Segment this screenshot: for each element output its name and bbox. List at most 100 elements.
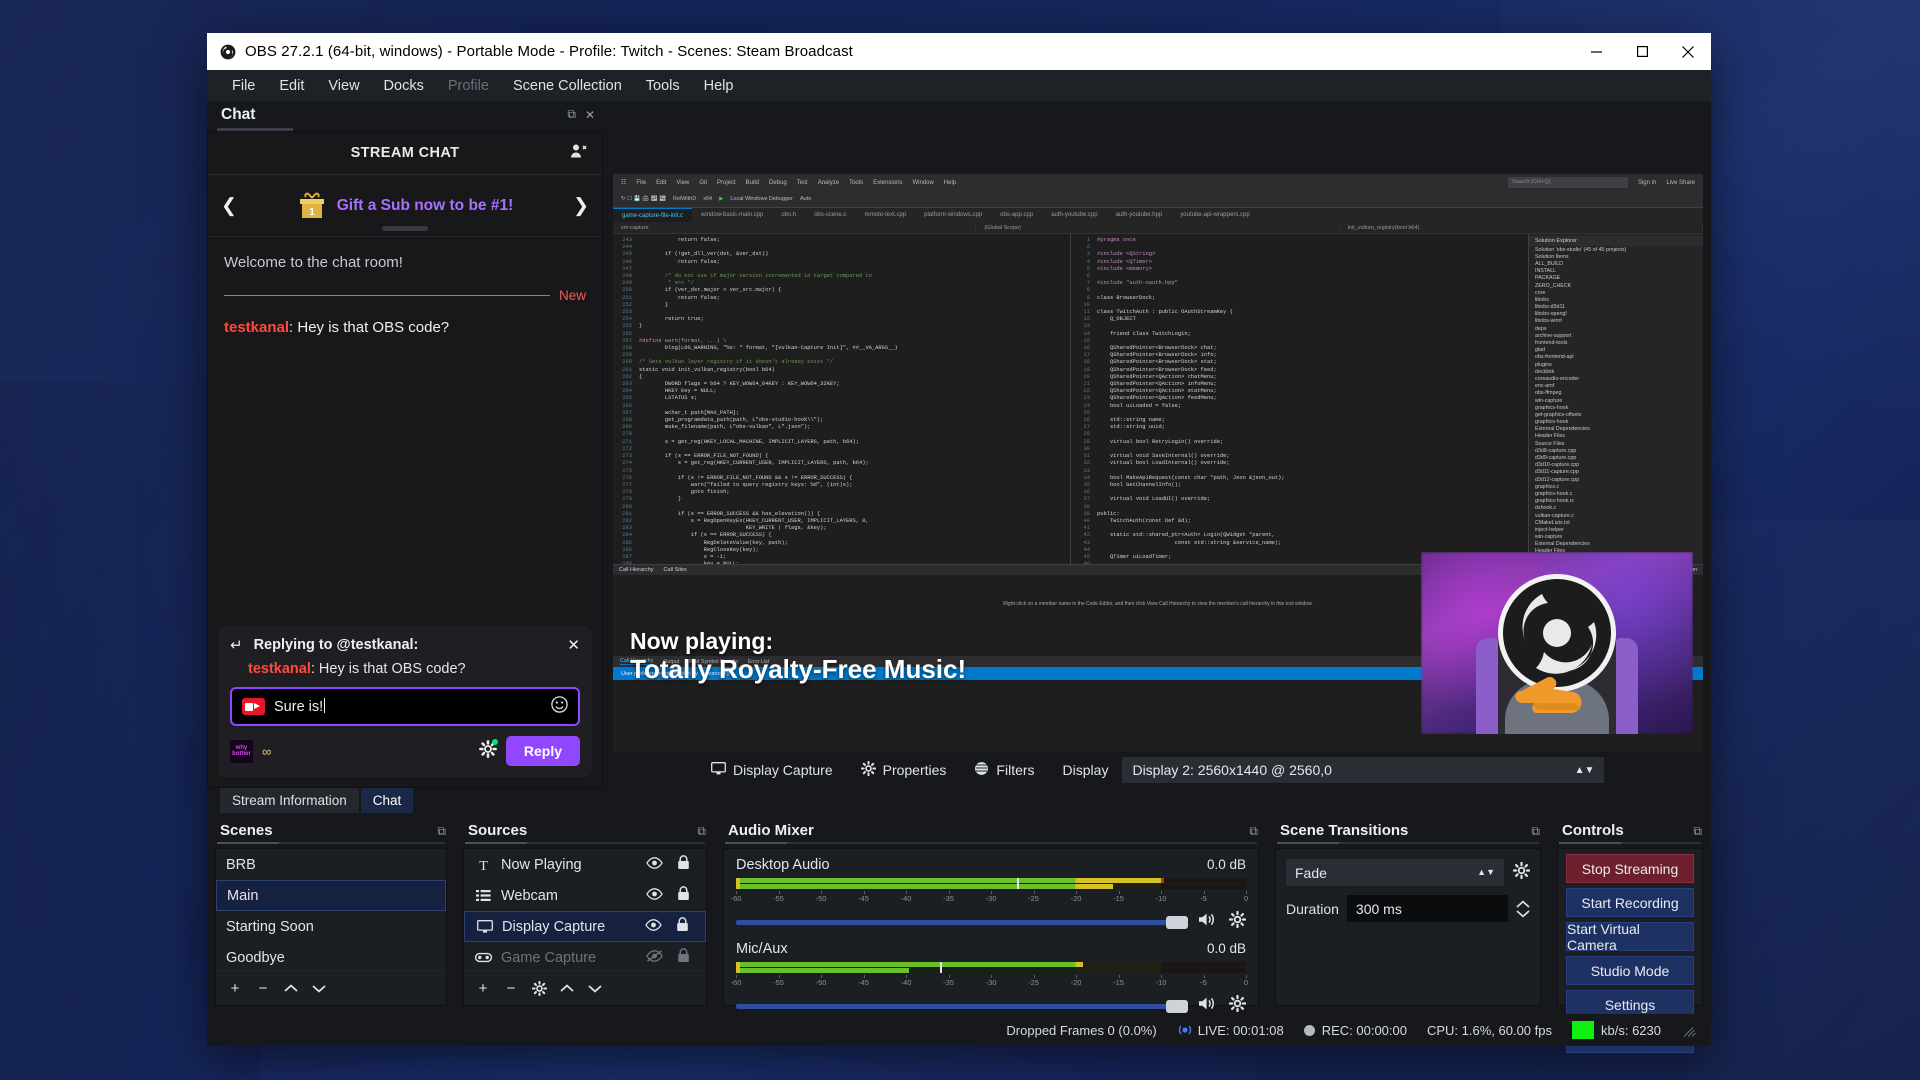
webcam-source-overlay[interactable]: [1421, 552, 1693, 734]
vs-navigation-bar: vm-capture (Global Scope) init_vulkan_re…: [613, 222, 1703, 234]
solution-tree-row: win-capture: [1535, 534, 1563, 541]
kbps-value: kb/s: 6230: [1601, 1022, 1661, 1038]
tab-stream-information[interactable]: Stream Information: [220, 788, 359, 813]
lock-icon[interactable]: [677, 855, 690, 874]
duration-stepper[interactable]: [1516, 900, 1530, 918]
add-source-button[interactable]: +: [470, 975, 496, 1001]
reply-button[interactable]: Reply: [505, 736, 580, 766]
code-line: 16 QSharedPointer<BrowserDock> chat;: [1083, 345, 1217, 352]
add-scene-button[interactable]: +: [222, 975, 248, 1001]
sources-list[interactable]: T Now Playing Webcam Display Capture Game Ca…: [464, 849, 706, 970]
tab-chat[interactable]: Chat: [360, 788, 414, 813]
stop-streaming-button[interactable]: Stop Streaming: [1566, 854, 1694, 883]
reply-quote-user: testkanal: [248, 661, 311, 677]
volume-slider-knob[interactable]: [1166, 915, 1188, 929]
volume-slider[interactable]: [736, 999, 1188, 1013]
emoji-picker-icon[interactable]: [551, 695, 568, 718]
list-item[interactable]: testkanal: Hey is that OBS code?: [224, 317, 586, 339]
speaker-icon[interactable]: [1198, 996, 1217, 1016]
solution-tree-row: External Dependencies: [1535, 541, 1590, 548]
scene-item[interactable]: Starting Soon: [216, 911, 446, 942]
promo-pager[interactable]: [382, 226, 428, 231]
source-item[interactable]: Webcam: [464, 880, 706, 911]
volume-slider-knob[interactable]: [1166, 999, 1188, 1013]
source-item[interactable]: Game Capture: [464, 942, 706, 970]
eye-visible-icon[interactable]: [646, 887, 663, 904]
menu-docks[interactable]: Docks: [372, 74, 436, 98]
close-reply-icon[interactable]: ✕: [567, 638, 580, 653]
source-toggles: [645, 917, 689, 936]
filters-icon: [974, 761, 989, 779]
sources-float-icon[interactable]: ⧉: [697, 824, 706, 839]
start-recording-button[interactable]: Start Recording: [1566, 888, 1694, 917]
chat-dock-close-icon[interactable]: ✕: [585, 108, 595, 122]
code-line: 243 return false;: [622, 237, 720, 243]
scene-item[interactable]: BRB: [216, 849, 446, 880]
vs-menu-1: Edit: [656, 179, 667, 186]
preview-toolbar: Display Capture Properties Filters Displ…: [605, 752, 1711, 788]
resize-grip[interactable]: [1683, 1023, 1697, 1037]
transition-properties-gear-icon[interactable]: [1512, 861, 1531, 884]
meter-tick-label: -50: [815, 978, 827, 987]
vs-menu-11: Window: [912, 179, 934, 186]
properties-button[interactable]: Properties: [847, 760, 961, 779]
promo-next-icon[interactable]: ❯: [573, 194, 589, 217]
display-select[interactable]: Display 2: 2560x1440 @ 2560,0 ▲▼: [1122, 757, 1605, 783]
lock-icon[interactable]: [677, 948, 690, 967]
menu-view[interactable]: View: [316, 74, 371, 98]
eye-visible-icon[interactable]: [646, 856, 663, 873]
move-scene-down-button[interactable]: [306, 975, 332, 1001]
channel-settings-gear-icon[interactable]: [1228, 910, 1247, 933]
chat-message-list[interactable]: Welcome to the chat room! New testkanal:…: [208, 237, 602, 626]
chat-input-wrapper[interactable]: Sure is!: [230, 687, 580, 726]
move-source-up-button[interactable]: [554, 975, 580, 1001]
minimize-button[interactable]: [1573, 33, 1619, 70]
scenes-float-icon[interactable]: ⧉: [437, 824, 446, 839]
chat-dock-float-icon[interactable]: ⧉: [567, 107, 576, 122]
scene-item[interactable]: Goodbye: [216, 942, 446, 970]
chat-users-icon[interactable]: [570, 143, 588, 164]
maximize-button[interactable]: [1619, 33, 1665, 70]
remove-source-button[interactable]: −: [498, 975, 524, 1001]
transition-select[interactable]: Fade ▲▼: [1286, 859, 1504, 886]
code-line: 35 bool GetChannelInfo();: [1083, 481, 1182, 488]
preview-canvas[interactable]: ☷ File Edit View Git Project Build Debug…: [613, 174, 1703, 752]
scenes-list[interactable]: BRBMainStarting SoonGoodbyeWebcamWebcam …: [216, 849, 446, 970]
connection-quality-indicator: [1572, 1021, 1594, 1039]
menu-help[interactable]: Help: [692, 74, 746, 98]
bits-chain-icon[interactable]: ∞: [262, 744, 271, 759]
remove-scene-button[interactable]: −: [250, 975, 276, 1001]
eye-visible-icon[interactable]: [645, 918, 662, 935]
vs-run-icon: ▶: [719, 196, 724, 202]
controls-float-icon[interactable]: ⧉: [1693, 824, 1702, 839]
menu-file[interactable]: File: [220, 74, 267, 98]
scene-item[interactable]: Main: [216, 880, 446, 911]
filters-button[interactable]: Filters: [960, 761, 1048, 779]
lock-icon[interactable]: [676, 917, 689, 936]
menu-tools[interactable]: Tools: [634, 74, 692, 98]
source-properties-button[interactable]: [526, 975, 552, 1001]
duration-input[interactable]: 300 ms: [1346, 895, 1508, 922]
obs-body: Chat ⧉ ✕ STREAM CHAT ❮ 1 Gift a Sub now …: [207, 101, 1711, 1053]
transitions-float-icon[interactable]: ⧉: [1531, 824, 1540, 839]
code-line: 283 KEY_WRITE | flags, &key);: [622, 525, 827, 532]
chat-settings-gear-icon[interactable]: [478, 738, 498, 763]
start-virtual-camera-button[interactable]: Start Virtual Camera: [1566, 921, 1694, 953]
close-button[interactable]: [1665, 33, 1711, 70]
studio-mode-button[interactable]: Studio Mode: [1566, 956, 1694, 985]
chat-promo-banner[interactable]: ❮ 1 Gift a Sub now to be #1! ❯: [208, 175, 602, 237]
promo-prev-icon[interactable]: ❮: [221, 194, 237, 217]
volume-slider[interactable]: [736, 915, 1188, 929]
lock-icon[interactable]: [677, 886, 690, 905]
source-item[interactable]: T Now Playing: [464, 849, 706, 880]
eye-hidden-icon[interactable]: [646, 949, 663, 966]
menu-scene-collection[interactable]: Scene Collection: [501, 74, 634, 98]
cpu-status: CPU: 1.6%, 60.00 fps: [1426, 1022, 1552, 1038]
move-scene-up-button[interactable]: [278, 975, 304, 1001]
menu-edit[interactable]: Edit: [267, 74, 316, 98]
source-item[interactable]: Display Capture: [464, 911, 706, 942]
move-source-down-button[interactable]: [582, 975, 608, 1001]
chat-input[interactable]: Sure is!: [274, 698, 542, 715]
audio-mixer-float-icon[interactable]: ⧉: [1249, 824, 1258, 839]
speaker-icon[interactable]: [1198, 912, 1217, 932]
